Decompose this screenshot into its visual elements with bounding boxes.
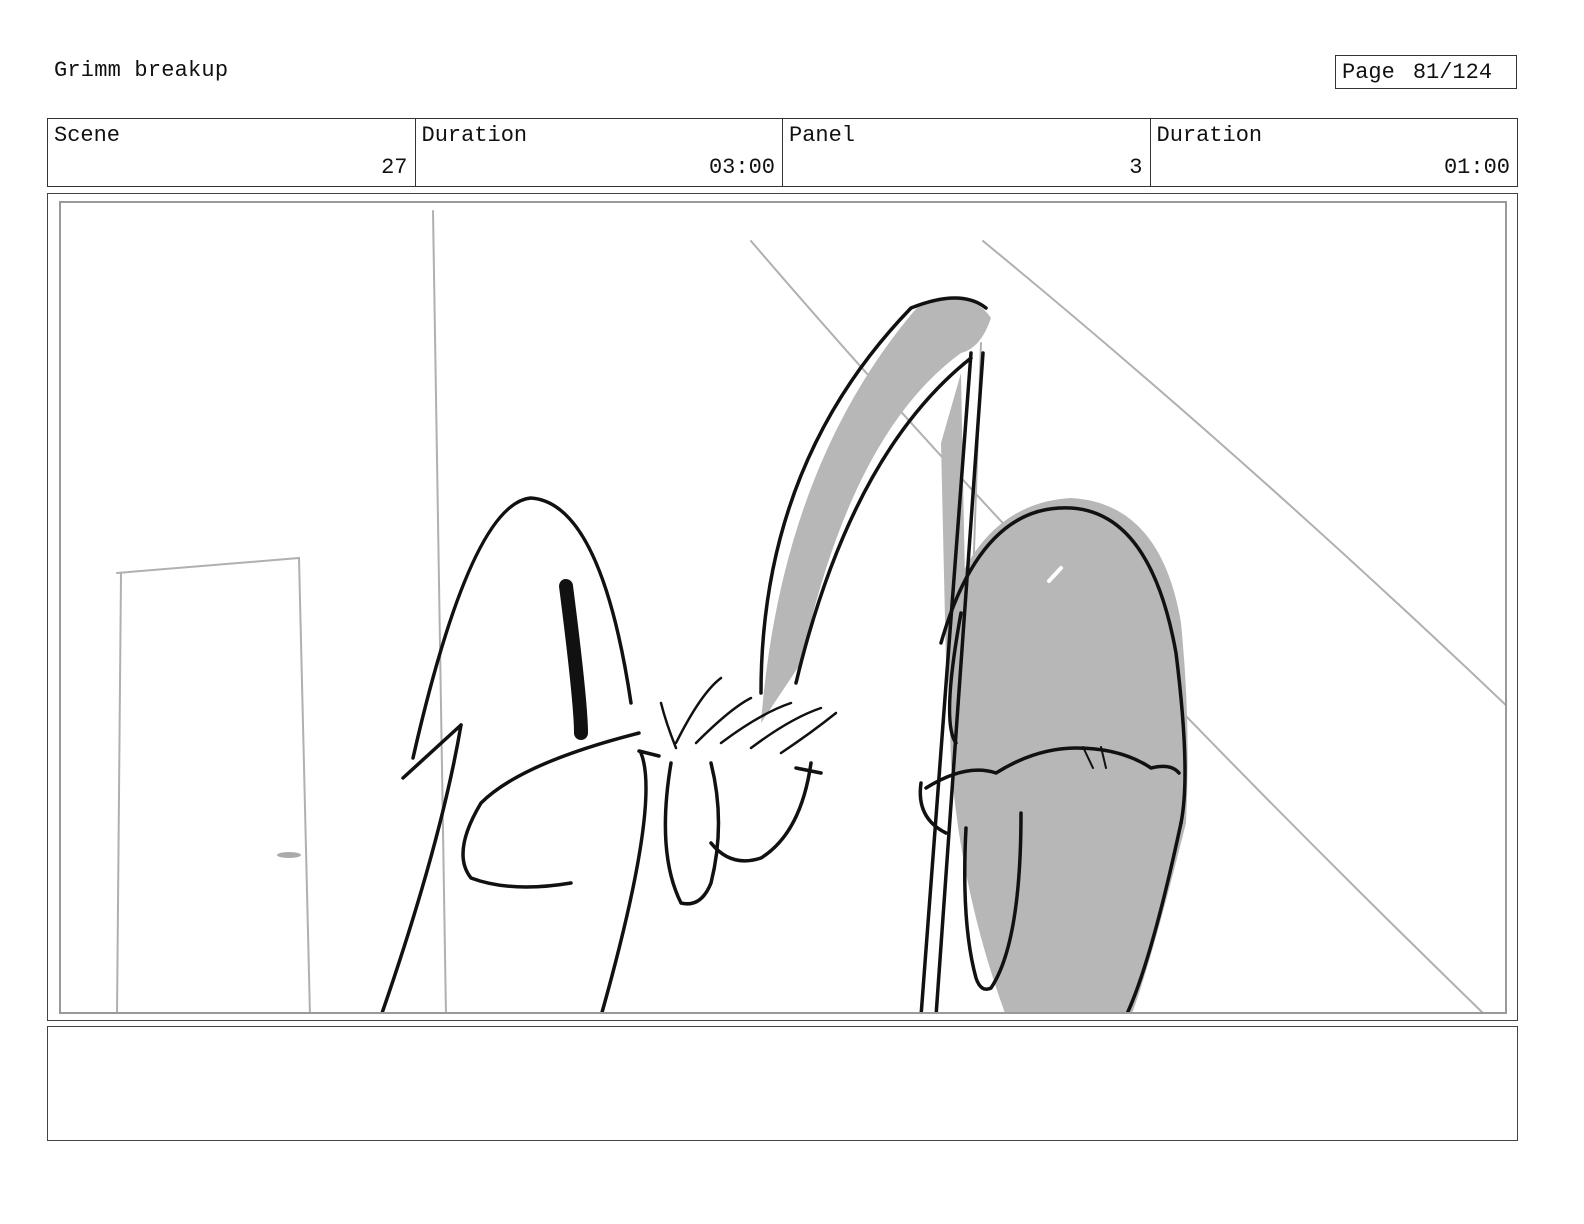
scene-duration-value: 03:00 [708, 155, 775, 180]
panel-duration-cell: Duration 01:00 [1151, 119, 1518, 186]
panel-duration-value: 01:00 [1443, 155, 1510, 180]
scene-duration-label: Duration [421, 123, 528, 148]
page-indicator: Page 81/124 [1335, 55, 1517, 89]
panel-value: 3 [1129, 155, 1143, 180]
scene-label: Scene [54, 123, 121, 148]
scene-value: 27 [381, 155, 408, 180]
gray-fills [761, 298, 1188, 1012]
panel-cell: Panel 3 [783, 119, 1151, 186]
page-label: Page [1342, 59, 1395, 85]
panel-label: Panel [789, 123, 856, 148]
storyboard-panel [59, 201, 1507, 1014]
storyboard-panel-frame [47, 193, 1518, 1021]
scene-cell: Scene 27 [48, 119, 416, 186]
notes-box [47, 1026, 1518, 1141]
door-handle [277, 852, 301, 858]
scene-info-row: Scene 27 Duration 03:00 Panel 3 Duration… [47, 118, 1518, 187]
page-number: 81/124 [1412, 59, 1493, 85]
document-title: Grimm breakup [54, 58, 229, 83]
panel-duration-label: Duration [1156, 123, 1263, 148]
storyboard-sketch [116, 210, 1505, 1012]
scene-duration-cell: Duration 03:00 [416, 119, 783, 186]
